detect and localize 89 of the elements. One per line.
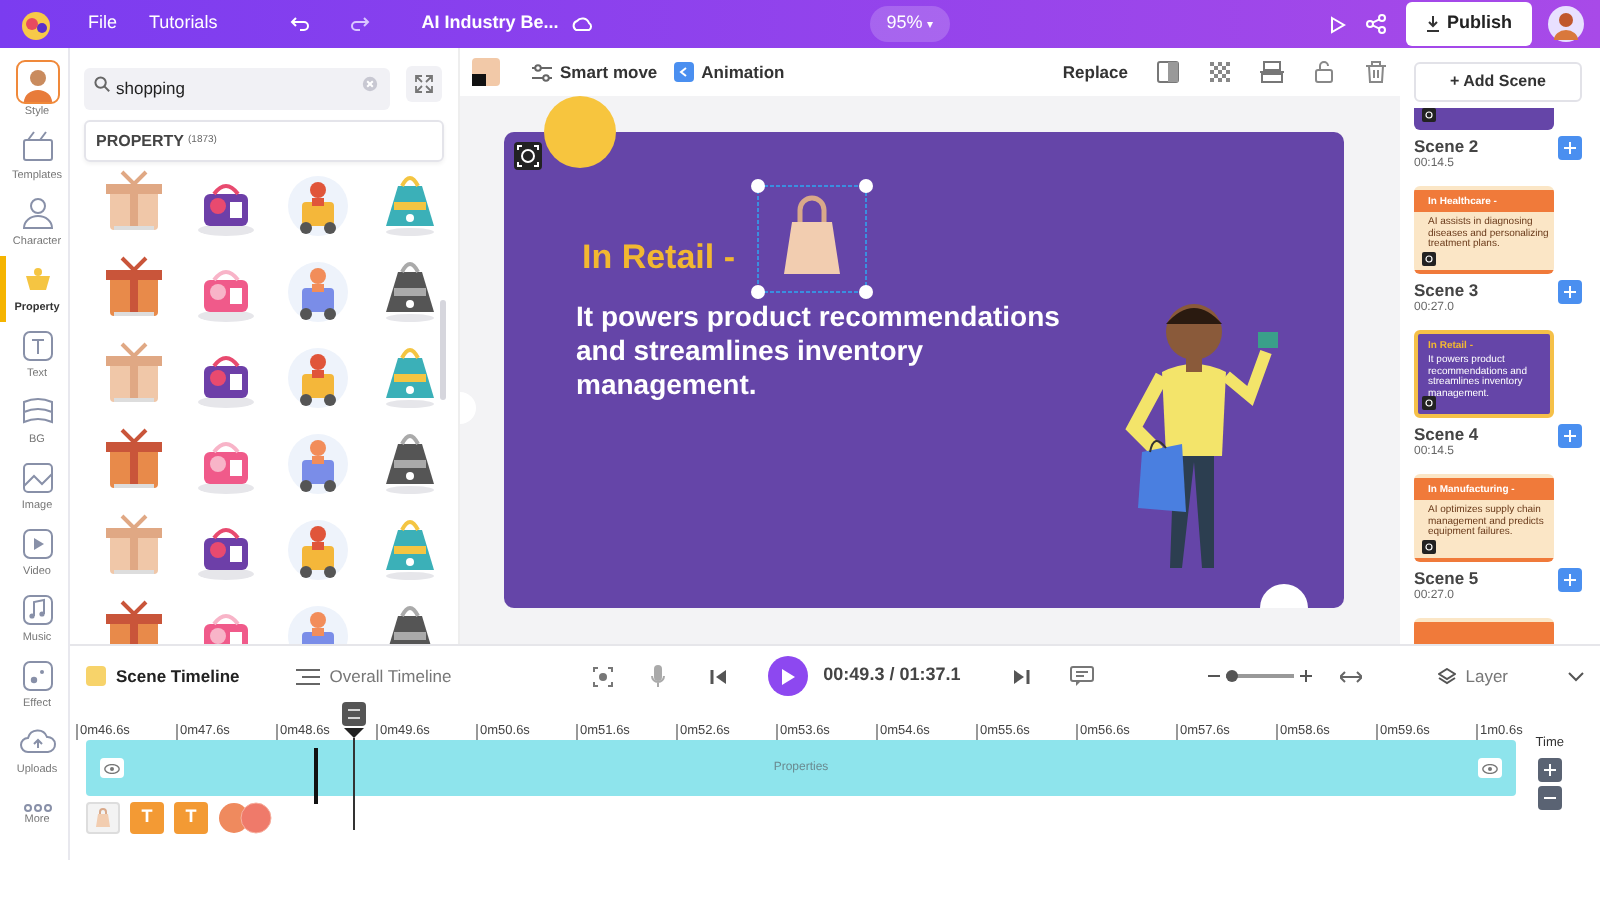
time-marker — [314, 748, 317, 804]
play-icon — [779, 667, 796, 685]
bag-icon — [94, 808, 112, 828]
plus-icon — [1564, 574, 1576, 586]
add-scene-after-button[interactable] — [1558, 424, 1582, 448]
color-swatch-icon[interactable] — [472, 58, 500, 86]
video-icon — [17, 524, 57, 565]
plus-icon — [1564, 142, 1576, 154]
circle-shape — [544, 96, 616, 168]
delete-icon[interactable] — [1364, 60, 1388, 84]
more-icon — [23, 804, 51, 813]
download-icon — [1426, 16, 1441, 32]
plus-icon — [1564, 286, 1576, 298]
timeline-icon — [295, 667, 320, 685]
cloud-icon — [570, 16, 595, 32]
visibility-toggle[interactable] — [1477, 758, 1502, 778]
transparency-icon[interactable] — [1208, 60, 1232, 84]
play-icon[interactable] — [1330, 15, 1347, 33]
caption-icon[interactable] — [1070, 666, 1095, 686]
redo-icon[interactable] — [349, 16, 370, 32]
add-scene-after-button[interactable] — [1558, 280, 1582, 304]
slide-text: It powers product recommendations and streamlines inventory management. — [576, 300, 1062, 402]
expand-button[interactable] — [406, 65, 442, 101]
timeline-tab[interactable]: Overall Timeline — [295, 663, 452, 689]
scrollbar-thumb[interactable] — [440, 300, 446, 400]
replace-button[interactable]: Replace — [1062, 59, 1128, 85]
circles-icon[interactable] — [218, 802, 274, 834]
add-scene-after-button[interactable] — [1558, 136, 1582, 160]
search-field[interactable]: shopping — [84, 67, 390, 109]
menu-item[interactable]: Tutorials — [149, 10, 218, 38]
zoom-slider[interactable] — [1226, 669, 1239, 681]
avatar-icon[interactable] — [1548, 6, 1584, 42]
scene-name: Scene 4 — [1414, 424, 1479, 444]
minus-icon — [1543, 791, 1556, 804]
scene-name: Scene 3 — [1414, 280, 1479, 300]
screenshot-icon — [1422, 540, 1436, 554]
chevron-down-icon[interactable] — [1568, 671, 1584, 681]
playhead[interactable] — [340, 702, 368, 830]
visibility-toggle[interactable] — [100, 758, 124, 778]
screenshot-icon — [1422, 108, 1436, 122]
animation-icon — [673, 62, 694, 82]
zoom-out-button[interactable] — [1537, 785, 1562, 810]
screenshot-icon — [1422, 396, 1436, 410]
timeline-tab[interactable]: Scene Timeline — [86, 663, 240, 689]
layer-button[interactable]: Layer — [1437, 663, 1508, 689]
previous-icon[interactable] — [709, 667, 728, 685]
zoom-in-icon[interactable] — [1299, 670, 1312, 682]
undo-icon[interactable] — [289, 16, 310, 32]
layer-icon — [1437, 667, 1456, 685]
fit-width-icon[interactable] — [1339, 669, 1362, 683]
category-title: PROPERTY — [96, 129, 185, 153]
image-icon — [17, 458, 57, 499]
slide-heading: In Retail - — [582, 236, 736, 280]
scene-name: Scene 2 — [1414, 136, 1479, 156]
align-icon[interactable] — [1260, 60, 1284, 84]
eye-icon — [104, 763, 120, 773]
focus-icon[interactable] — [591, 665, 614, 687]
add-scene-button[interactable]: + Add Scene — [1414, 62, 1582, 102]
menu-item[interactable]: File — [88, 10, 118, 38]
logo-icon — [16, 6, 56, 42]
plus-icon — [1564, 430, 1576, 442]
screenshot-icon — [514, 142, 542, 170]
publish-button[interactable]: Publish — [1406, 2, 1532, 46]
plus-icon — [1543, 763, 1556, 776]
add-scene-after-button[interactable] — [1558, 568, 1582, 592]
project-title[interactable]: AI Industry Be... — [421, 10, 559, 38]
text-icon — [17, 326, 57, 367]
play-button[interactable] — [767, 656, 808, 696]
smart-move-button[interactable]: Smart move — [532, 59, 658, 85]
zoom-in-button[interactable] — [1537, 757, 1562, 782]
next-icon[interactable] — [1012, 667, 1031, 685]
person-icon — [17, 194, 57, 235]
screenshot-icon — [1422, 252, 1436, 266]
scene-name: Scene 5 — [1414, 568, 1479, 588]
search-icon — [94, 75, 110, 91]
current-time: 00:49.3 / 01:37.1 — [823, 662, 961, 689]
expand-icon — [414, 73, 434, 93]
scene-icon — [86, 666, 106, 686]
music-icon — [17, 590, 57, 631]
animation-button[interactable]: Animation — [673, 59, 785, 85]
sparkle-icon — [17, 656, 57, 697]
sliders-icon — [532, 63, 552, 81]
eye-icon — [1481, 763, 1498, 773]
share-icon[interactable] — [1366, 14, 1387, 34]
lock-icon[interactable] — [1312, 60, 1336, 84]
flip-icon[interactable] — [1156, 60, 1180, 84]
avatar-icon — [15, 60, 59, 105]
microphone-icon[interactable] — [649, 664, 666, 688]
zoom-out-icon[interactable] — [1207, 670, 1220, 682]
